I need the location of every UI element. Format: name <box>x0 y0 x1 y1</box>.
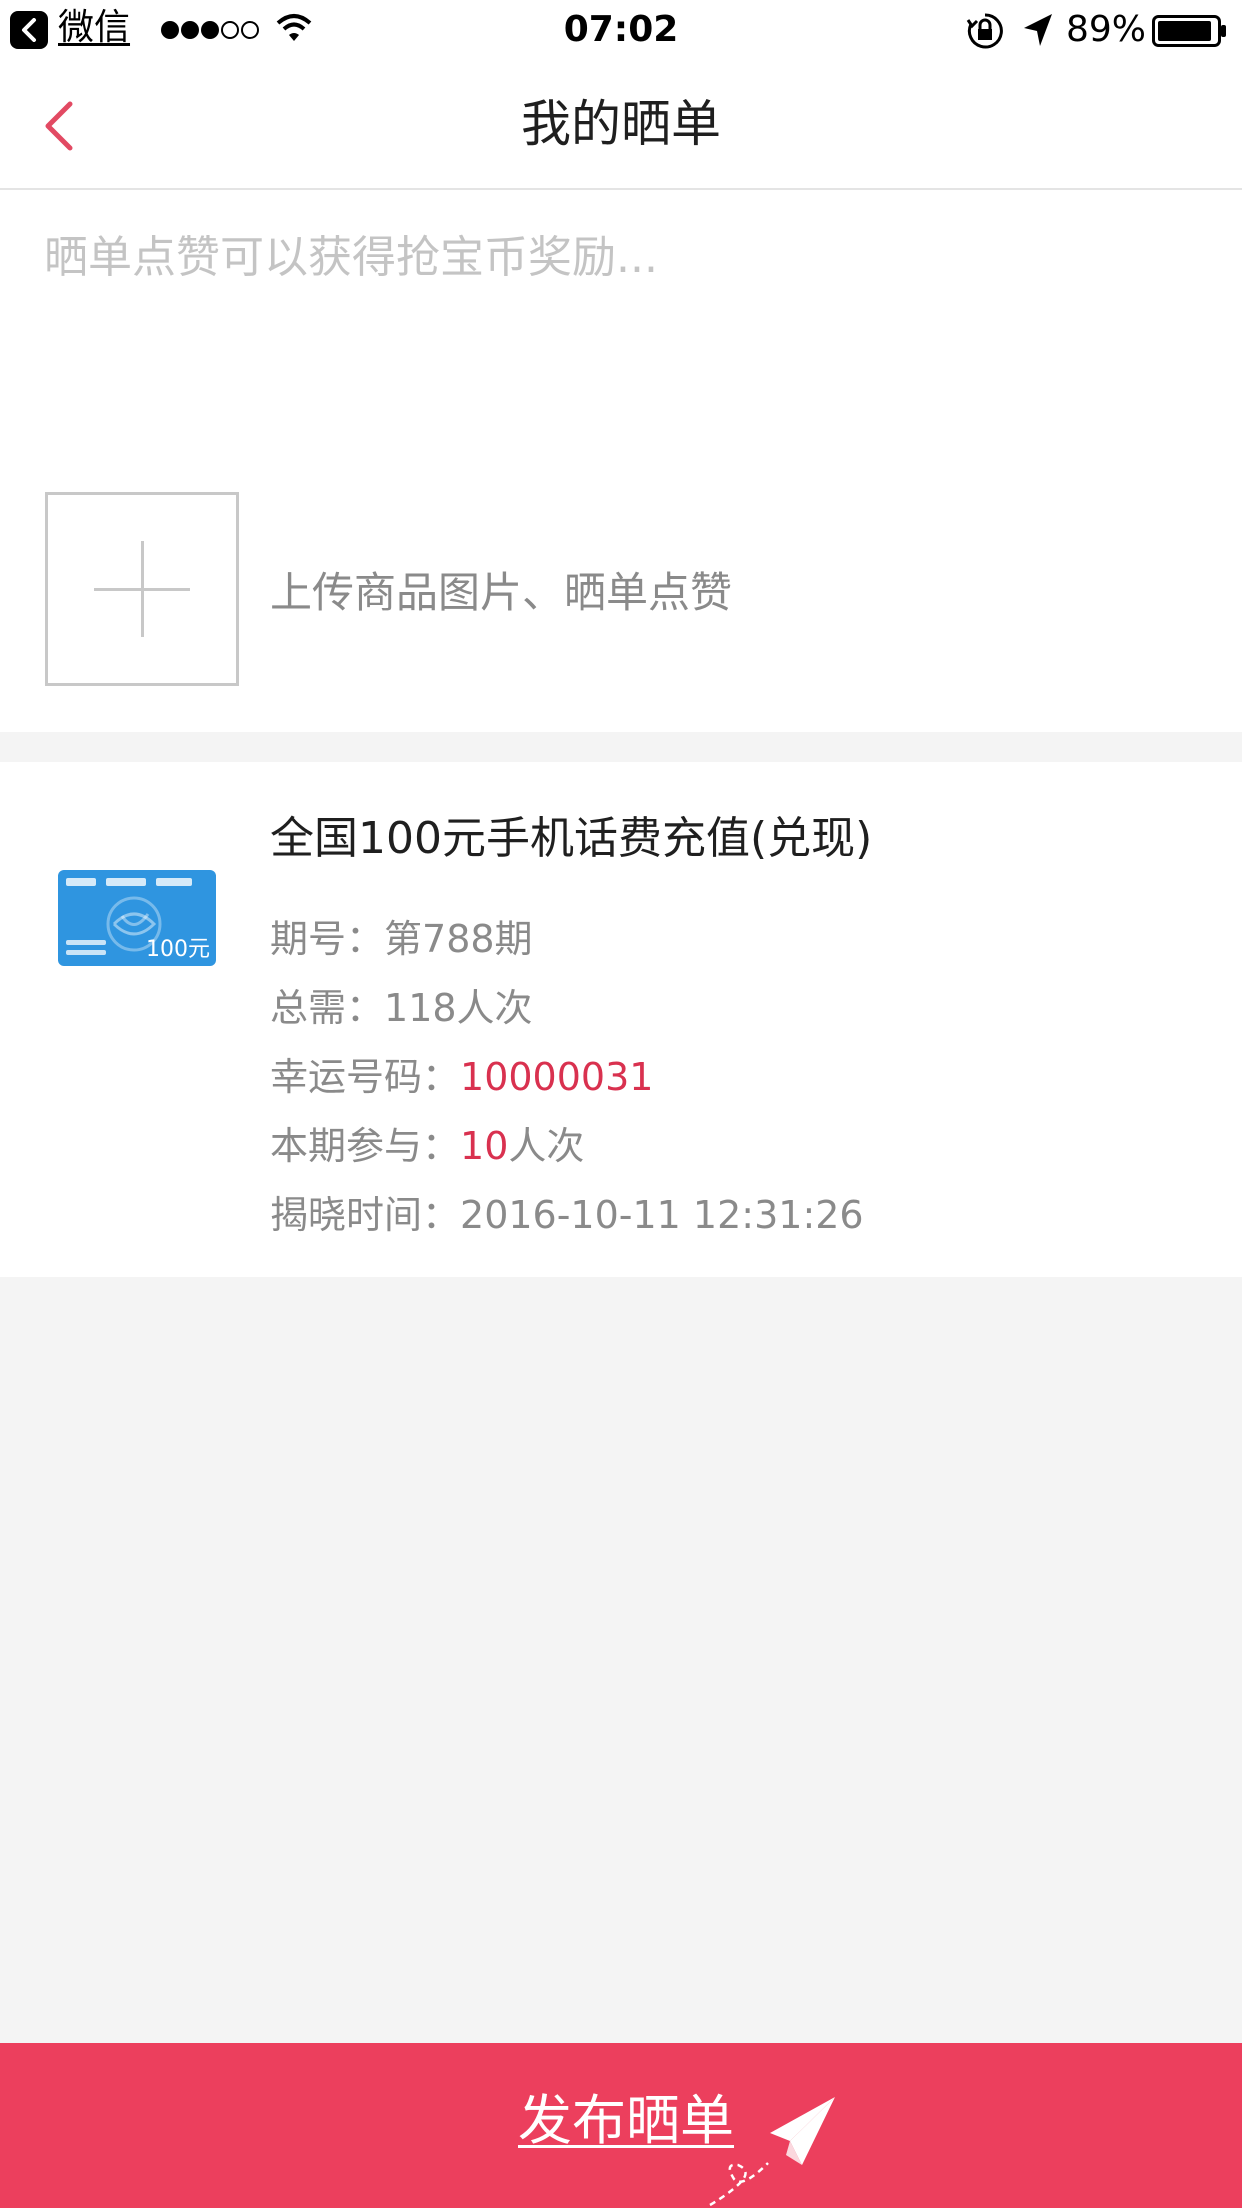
product-card: 100元 全国100元手机话费充值(兑现) 期号：第788期 总需：118人次 … <box>0 762 1242 1277</box>
period-value: 第788期 <box>384 917 533 961</box>
location-icon <box>1024 14 1052 46</box>
period-row: 期号：第788期 <box>270 914 533 964</box>
period-label: 期号： <box>270 917 385 961</box>
navigation-bar: 我的晒单 <box>0 62 1242 190</box>
paper-plane-icon <box>709 2097 835 2207</box>
review-text-input[interactable] <box>44 230 1194 430</box>
page-title: 我的晒单 <box>521 95 721 153</box>
rotation-lock-icon <box>966 13 1003 49</box>
compose-panel: 上传商品图片、晒单点赞 <box>0 190 1242 732</box>
total-label: 总需： <box>270 986 385 1030</box>
total-value: 118人次 <box>384 986 533 1030</box>
participation-count: 10 <box>460 1124 509 1168</box>
total-row: 总需：118人次 <box>270 983 533 1033</box>
participation-unit: 人次 <box>508 1124 585 1168</box>
lucky-number-value: 10000031 <box>460 1055 654 1099</box>
clock: 07:02 <box>563 9 679 50</box>
reveal-time-label: 揭晓时间： <box>270 1193 461 1237</box>
participation-row: 本期参与：10人次 <box>270 1121 584 1171</box>
upload-hint: 上传商品图片、晒单点赞 <box>270 568 733 617</box>
battery-percent: 89% <box>1066 9 1147 50</box>
product-thumbnail: 100元 <box>58 870 216 966</box>
participation-label: 本期参与： <box>270 1124 461 1168</box>
upload-image-button[interactable] <box>45 492 239 686</box>
battery-icon <box>1152 15 1226 47</box>
status-bar: 微信 07:02 89% <box>0 0 1242 62</box>
product-title: 全国100元手机话费充值(兑现) <box>270 813 873 864</box>
reveal-time-value: 2016-10-11 12:31:26 <box>460 1193 864 1237</box>
lucky-number-label: 幸运号码： <box>270 1055 461 1099</box>
thumbnail-face-value: 100元 <box>146 937 210 962</box>
publish-button[interactable]: 发布晒单 <box>0 2043 1242 2208</box>
reveal-time-row: 揭晓时间：2016-10-11 12:31:26 <box>270 1190 864 1240</box>
lucky-number-row: 幸运号码：10000031 <box>270 1052 653 1102</box>
